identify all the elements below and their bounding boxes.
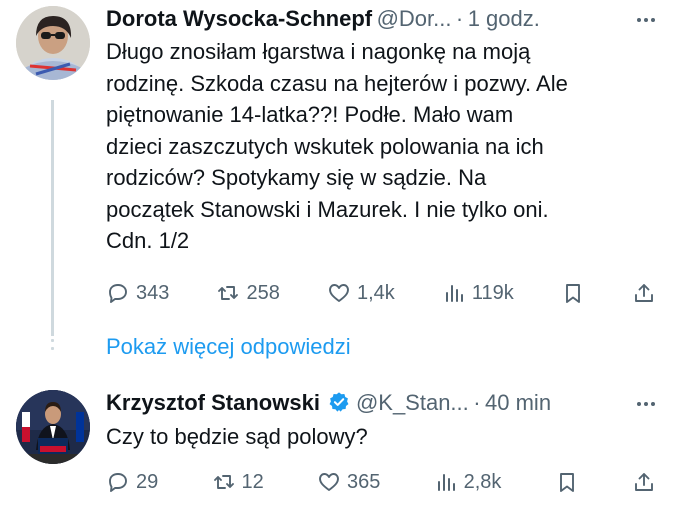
bookmark-button[interactable]: [561, 281, 585, 305]
bookmark-icon: [565, 284, 580, 303]
like-icon: [319, 473, 339, 491]
author-name[interactable]: Dorota Wysocka-Schnepf: [106, 6, 372, 31]
tweet-header: Dorota Wysocka-Schnepf @Dor... · 1 godz.: [106, 6, 680, 36]
reply-icon: [109, 473, 127, 492]
avatar[interactable]: [16, 6, 90, 80]
show-more-replies-link[interactable]: Pokaż więcej odpowiedzi: [106, 334, 351, 360]
author-handle[interactable]: @K_Stan...: [356, 390, 469, 415]
reply-count: 29: [136, 470, 159, 493]
timestamp[interactable]: 1 godz.: [468, 6, 540, 31]
like-count: 1,4k: [356, 281, 395, 304]
share-button[interactable]: [632, 470, 656, 494]
repost-button[interactable]: 258: [216, 281, 280, 305]
like-button[interactable]: 1,4k: [327, 281, 395, 305]
repost-icon: [218, 286, 239, 300]
thread-dots: [51, 339, 54, 355]
reply-count: 343: [136, 281, 170, 304]
repost-icon: [213, 475, 234, 489]
tweet-actions: 29 12 365 2,8k: [106, 468, 656, 496]
views-button[interactable]: 119k: [442, 281, 514, 305]
thread-line: [51, 100, 54, 336]
bookmark-icon: [559, 473, 574, 492]
tweet-text: Czy to będzie sąd polowy?: [106, 424, 368, 449]
timestamp[interactable]: 40 min: [485, 390, 551, 415]
views-icon: [437, 474, 455, 491]
share-icon: [635, 284, 653, 302]
author-name[interactable]: Krzysztof Stanowski: [106, 390, 320, 415]
repost-count: 258: [246, 281, 280, 304]
share-icon: [634, 473, 653, 491]
views-count: 2,8k: [463, 470, 502, 493]
like-button[interactable]: 365: [317, 470, 380, 494]
views-button[interactable]: 2,8k: [434, 470, 502, 494]
avatar[interactable]: [16, 390, 90, 464]
views-icon: [445, 285, 463, 302]
like-icon: [329, 284, 349, 302]
share-button[interactable]: [632, 281, 656, 305]
tweet-actions: 343 258 1,4k 119k: [106, 279, 656, 307]
author-handle[interactable]: @Dor...: [377, 6, 452, 31]
repost-button[interactable]: 12: [212, 470, 264, 494]
reply-icon: [109, 284, 127, 303]
more-icon[interactable]: [634, 8, 658, 32]
separator: ·: [455, 6, 464, 31]
separator: ·: [473, 390, 481, 415]
more-icon[interactable]: [634, 392, 658, 416]
verified-badge-icon: [329, 392, 349, 412]
views-count: 119k: [471, 281, 514, 304]
tweet-header: Krzysztof Stanowski @K_Stan... · 40 min: [106, 390, 680, 420]
repost-count: 12: [241, 470, 264, 493]
bookmark-button[interactable]: [555, 470, 579, 494]
reply-button[interactable]: 29: [106, 470, 158, 494]
tweet-text: Długo znosiłam łgarstwa i nagonkę na moj…: [106, 39, 568, 253]
like-count: 365: [347, 470, 381, 493]
reply-button[interactable]: 343: [106, 281, 169, 305]
